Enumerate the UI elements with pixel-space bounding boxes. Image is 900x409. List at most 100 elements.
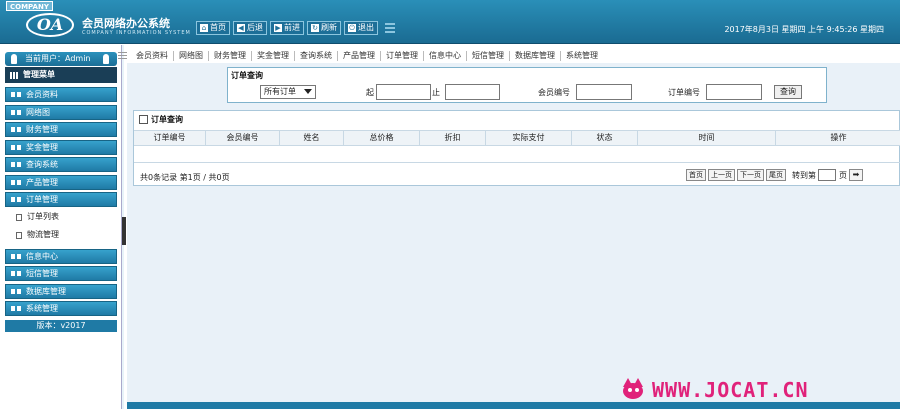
sidebar-item-member-info[interactable]: 会员资料 — [5, 87, 117, 102]
topnav-system[interactable]: 系统管理 — [561, 51, 603, 61]
query-button[interactable]: 查询 — [774, 85, 802, 99]
member-id-input[interactable] — [576, 84, 632, 100]
next-page-button[interactable]: 下一页 — [737, 169, 764, 181]
back-arrow-icon: ◀ — [237, 24, 245, 32]
record-summary: 共0条记录 第1页 / 共0页 — [140, 173, 230, 182]
sidebar-collapse-handle[interactable] — [122, 217, 126, 245]
first-page-button[interactable]: 首页 — [686, 169, 706, 181]
forward-arrow-icon: ▶ — [274, 24, 282, 32]
sidebar-item-system[interactable]: 系统管理 — [5, 301, 117, 316]
column-header: 操作 — [830, 133, 847, 142]
sidebar-item-sms[interactable]: 短信管理 — [5, 266, 117, 281]
menu-block-icon — [11, 306, 21, 311]
sidebar-subitem-order-list[interactable]: 订单列表 — [5, 208, 117, 226]
menu-block-icon — [11, 110, 21, 115]
sidebar-item-network[interactable]: 网络图 — [5, 105, 117, 120]
current-user-label: 当前用户：Admin — [25, 54, 91, 63]
menu-toggle-icon[interactable] — [385, 23, 395, 33]
document-icon — [16, 214, 22, 221]
header-bar: COMPANY OA 会员网络办公系统 COMPANY INFORMATION … — [0, 0, 900, 44]
table-header: 订单编号 会员编号 姓名 总价格 折扣 实际支付 状态 时间 操作 — [134, 130, 900, 146]
home-icon: ⌂ — [200, 24, 208, 32]
topnav-finance[interactable]: 财务管理 — [209, 51, 252, 61]
member-id-label: 会员编号 — [538, 88, 570, 97]
menu-block-icon — [11, 127, 21, 132]
app-subtitle: COMPANY INFORMATION SYSTEM — [82, 30, 191, 36]
grid-icon — [10, 72, 19, 79]
logout-button[interactable]: ⏻ 退出 — [344, 21, 378, 35]
pin-icon — [11, 54, 17, 64]
list-panel-title: 订单查询 — [138, 114, 183, 125]
logo-mark: OA — [26, 13, 74, 37]
topnav-network[interactable]: 网络图 — [174, 51, 209, 61]
order-query-panel: 订单查询 所有订单 起 止 会员编号 订单编号 查询 — [227, 67, 827, 103]
goto-label: 转到第 — [792, 170, 816, 180]
refresh-button[interactable]: ↻ 刷新 — [307, 21, 341, 35]
topnav-orders[interactable]: 订单管理 — [381, 51, 424, 61]
datetime-display: 2017年8月3日 星期四 上午 9:45:26 星期四 — [724, 25, 884, 34]
sidebar-subitem-logistics[interactable]: 物流管理 — [5, 226, 117, 244]
current-user-bar: 当前用户：Admin — [5, 52, 117, 66]
order-id-label: 订单编号 — [668, 88, 700, 97]
watermark: WWW.JOCAT.CN — [620, 378, 809, 402]
topnav-bonus[interactable]: 奖金管理 — [252, 51, 295, 61]
to-date-input[interactable] — [445, 84, 500, 100]
go-arrow-icon[interactable]: ➡ — [849, 169, 863, 181]
query-panel-title: 订单查询 — [231, 71, 263, 80]
forward-button[interactable]: ▶ 前进 — [270, 21, 304, 35]
topnav-database[interactable]: 数据库管理 — [510, 51, 561, 61]
column-header: 折扣 — [420, 131, 486, 145]
topnav-sms[interactable]: 短信管理 — [467, 51, 510, 61]
top-navigation: 会员资料 网络图 财务管理 奖金管理 查询系统 产品管理 订单管理 信息中心 短… — [118, 49, 900, 63]
topnav-query[interactable]: 查询系统 — [295, 51, 338, 61]
menu-block-icon — [11, 92, 21, 97]
sidebar-item-finance[interactable]: 财务管理 — [5, 122, 117, 137]
menu-block-icon — [11, 180, 21, 185]
bottom-bar — [127, 402, 900, 409]
order-id-input[interactable] — [706, 84, 762, 100]
column-header: 会员编号 — [206, 131, 280, 145]
last-page-button[interactable]: 尾页 — [766, 169, 786, 181]
column-header: 姓名 — [280, 131, 344, 145]
sidebar-item-query[interactable]: 查询系统 — [5, 157, 117, 172]
order-status-select[interactable]: 所有订单 — [260, 85, 316, 99]
refresh-icon: ↻ — [311, 24, 319, 32]
topnav-info-center[interactable]: 信息中心 — [424, 51, 467, 61]
menu-block-icon — [11, 162, 21, 167]
from-date-label: 起 — [366, 88, 374, 97]
menu-header: 管理菜单 — [5, 67, 117, 83]
document-icon — [16, 232, 22, 239]
from-date-input[interactable] — [376, 84, 431, 100]
topnav-products[interactable]: 产品管理 — [338, 51, 381, 61]
to-date-label: 止 — [432, 88, 440, 97]
prev-page-button[interactable]: 上一页 — [708, 169, 735, 181]
sidebar-item-products[interactable]: 产品管理 — [5, 175, 117, 190]
sidebar-item-orders[interactable]: 订单管理 — [5, 192, 117, 207]
menu-block-icon — [11, 254, 21, 259]
table-row — [134, 146, 900, 163]
home-button[interactable]: ⌂ 首页 — [196, 21, 230, 35]
goto-page-input[interactable] — [818, 169, 836, 181]
page-unit-label: 页 — [839, 170, 847, 180]
chevron-down-icon — [304, 89, 312, 94]
topnav-member-info[interactable]: 会员资料 — [131, 51, 174, 61]
menu-block-icon — [11, 289, 21, 294]
sidebar-item-bonus[interactable]: 奖金管理 — [5, 140, 117, 155]
grip-icon — [118, 52, 127, 60]
app-title: 会员网络办公系统 — [82, 17, 170, 30]
version-label: 版本：v2017 — [5, 320, 117, 332]
query-form-row: 所有订单 起 止 会员编号 订单编号 查询 — [228, 83, 828, 101]
panel-checkbox-icon — [139, 115, 148, 124]
toolbar: ⌂ 首页 ◀ 后退 ▶ 前进 ↻ 刷新 ⏻ 退出 — [196, 21, 395, 35]
back-button[interactable]: ◀ 后退 — [233, 21, 267, 35]
column-header: 时间 — [638, 131, 776, 145]
power-icon: ⏻ — [348, 24, 356, 32]
company-tag: COMPANY — [6, 1, 53, 11]
pagination: 首页 上一页 下一页 尾页 转到第 页 ➡ — [686, 169, 863, 181]
sidebar-item-info-center[interactable]: 信息中心 — [5, 249, 117, 264]
watermark-text: WWW.JOCAT.CN — [652, 378, 809, 402]
sidebar: 当前用户：Admin 管理菜单 会员资料 网络图 财务管理 奖金管理 查询系统 … — [0, 45, 122, 409]
sidebar-item-database[interactable]: 数据库管理 — [5, 284, 117, 299]
menu-block-icon — [11, 271, 21, 276]
column-header: 实际支付 — [486, 131, 572, 145]
